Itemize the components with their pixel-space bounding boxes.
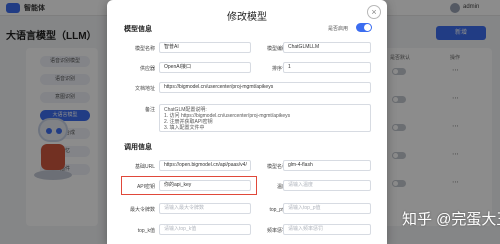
remark-line: 3. 填入配置文件中 (164, 125, 205, 131)
provider-select[interactable]: OpenAI接口 (159, 62, 251, 73)
call-model-name-label: 模型名称 (266, 164, 287, 170)
api-key-highlight-box (121, 176, 257, 195)
doc-url-label: 文档地址 (134, 86, 155, 92)
max-tokens-input[interactable]: 请输入最大令牌数 (159, 203, 251, 214)
dialog-title: 修改模型 (227, 12, 267, 23)
temperature-input[interactable]: 请输入温度 (283, 180, 371, 191)
top-p-label: top_p值 (269, 207, 287, 213)
base-url-label: 基础URL (134, 164, 155, 170)
doc-url-input[interactable]: https://bigmodel.cn/usercenter/proj-mgmt… (159, 82, 371, 93)
close-icon[interactable]: × (367, 5, 381, 19)
top-k-input[interactable]: 请输入top_k值 (159, 224, 251, 235)
call-model-name-input[interactable]: glm-4-flash (283, 160, 371, 171)
enable-switch[interactable] (356, 23, 372, 32)
provider-label: 供应器 (139, 66, 155, 72)
enable-label: 是否启用 (328, 26, 349, 32)
model-name-input[interactable]: 智普AI (159, 42, 251, 53)
edit-model-dialog: 修改模型 × 模型信息 是否启用 模型名称 智普AI 模型编码 ChatGLML… (107, 0, 387, 244)
watermark-text: 知乎 @完蛋大王 (402, 211, 500, 228)
top-p-input[interactable]: 请输入top_p值 (283, 203, 371, 214)
base-url-input[interactable]: https://open.bigmodel.cn/api/paas/v4/ (159, 160, 251, 171)
top-k-label: top_k值 (137, 228, 155, 234)
sort-input[interactable]: 1 (283, 62, 371, 73)
model-code-input[interactable]: ChatGLMLLM (283, 42, 371, 53)
section-title-model-info: 模型信息 (124, 26, 152, 33)
remark-label: 备注 (144, 107, 155, 113)
frequency-penalty-input[interactable]: 请输入频率惩罚 (283, 224, 371, 235)
max-tokens-label: 最大令牌数 (129, 207, 155, 213)
remark-textarea[interactable]: ChatGLM配置说明: 1. 访问 https://bigmodel.cn/u… (159, 104, 371, 132)
model-name-label: 模型名称 (134, 46, 155, 52)
section-title-call-info: 调用信息 (124, 144, 152, 151)
